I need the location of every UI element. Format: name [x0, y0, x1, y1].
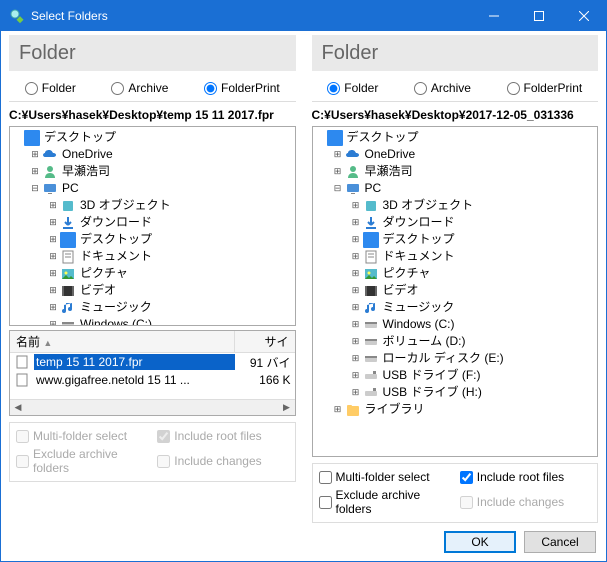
maximize-button[interactable] [516, 1, 561, 31]
tree-item: ⊞ビデオ [351, 282, 596, 299]
opt-multi-folder: Multi-folder select [16, 429, 147, 443]
tree-item: ⊞ピクチャ [48, 265, 293, 282]
opt-include-changes: Include changes [460, 488, 591, 516]
minimize-button[interactable] [471, 1, 516, 31]
tree-item: ⊞Windows (C:) [351, 316, 596, 333]
opt-exclude-archive[interactable]: Exclude archive folders [319, 488, 450, 516]
list-header[interactable]: 名前 ▲ サイ [10, 331, 295, 353]
tree-item: ⊞デスクトップ [48, 231, 293, 248]
tree-item: ⊟PC [333, 180, 596, 197]
list-item[interactable]: www.gigafree.netold 15 11 ... 166 K [10, 371, 295, 389]
tree-item: ⊞3D オブジェクト [351, 197, 596, 214]
left-file-list[interactable]: 名前 ▲ サイ temp 15 11 2017.fpr 91 バイ www.gi… [9, 330, 296, 416]
tree-item: ⊞Windows (C:) [48, 316, 293, 326]
ok-button[interactable]: OK [444, 531, 516, 553]
opt-multi-folder[interactable]: Multi-folder select [319, 470, 450, 484]
right-pane: Folder Folder Archive FolderPrint C:¥Use… [304, 31, 607, 561]
tree-item: ⊞ドキュメント [351, 248, 596, 265]
tree-item: ⊞USB ドライブ (F:) [351, 367, 596, 384]
left-path: C:¥Users¥hasek¥Desktop¥temp 15 11 2017.f… [9, 106, 296, 126]
tree-item: ⊞ピクチャ [351, 265, 596, 282]
app-icon [9, 8, 25, 24]
left-radio-folderprint[interactable]: FolderPrint [204, 81, 280, 95]
tree-item: ⊞ミュージック [351, 299, 596, 316]
opt-exclude-archive: Exclude archive folders [16, 447, 147, 475]
tree-item: ⊞3D オブジェクト [48, 197, 293, 214]
tree-item: ⊞ローカル ディスク (E:) [351, 350, 596, 367]
right-radio-row: Folder Archive FolderPrint [312, 77, 599, 102]
horizontal-scrollbar[interactable]: ◀▶ [10, 399, 295, 415]
tree-item: ⊞早瀬浩司 [333, 163, 596, 180]
tree-item: ⊞OneDrive [30, 146, 293, 163]
left-header: Folder [9, 35, 296, 71]
tree-item: ⊞ドキュメント [48, 248, 293, 265]
right-radio-folderprint[interactable]: FolderPrint [507, 81, 583, 95]
tree-item: ⊞ミュージック [48, 299, 293, 316]
right-radio-archive[interactable]: Archive [414, 81, 471, 95]
opt-include-root: Include root files [157, 429, 288, 443]
tree-item: ⊞デスクトップ [351, 231, 596, 248]
left-radio-archive[interactable]: Archive [111, 81, 168, 95]
tree-item: ⊞ビデオ [48, 282, 293, 299]
window-title: Select Folders [31, 9, 471, 23]
tree-item: ⊞ダウンロード [351, 214, 596, 231]
close-button[interactable] [561, 1, 606, 31]
tree-item: ⊞USB ドライブ (H:) [351, 384, 596, 401]
tree-item: ⊞OneDrive [333, 146, 596, 163]
opt-include-changes: Include changes [157, 447, 288, 475]
titlebar: Select Folders [1, 1, 606, 31]
right-tree[interactable]: デスクトップ ⊞OneDrive ⊞早瀬浩司 ⊟PC ⊞3D オブジェクト ⊞ダ… [312, 126, 599, 457]
tree-item: ⊞ボリューム (D:) [351, 333, 596, 350]
right-path: C:¥Users¥hasek¥Desktop¥2017-12-05_031336 [312, 106, 599, 126]
list-item[interactable]: temp 15 11 2017.fpr 91 バイ [10, 353, 295, 371]
dialog-buttons: OK Cancel [312, 531, 599, 553]
tree-item: ⊞ダウンロード [48, 214, 293, 231]
right-radio-folder[interactable]: Folder [327, 81, 378, 95]
cancel-button[interactable]: Cancel [524, 531, 596, 553]
opt-include-root[interactable]: Include root files [460, 470, 591, 484]
left-pane: Folder Folder Archive FolderPrint C:¥Use… [1, 31, 304, 561]
left-radio-row: Folder Archive FolderPrint [9, 77, 296, 102]
left-options: Multi-folder select Include root files E… [9, 422, 296, 482]
right-header: Folder [312, 35, 599, 71]
left-radio-folder[interactable]: Folder [25, 81, 76, 95]
tree-item: ⊞ライブラリ [333, 401, 596, 418]
right-options: Multi-folder select Include root files E… [312, 463, 599, 523]
left-tree[interactable]: デスクトップ ⊞OneDrive ⊞早瀬浩司 ⊟PC ⊞3D オブジェクト ⊞ダ… [9, 126, 296, 326]
tree-item: ⊟PC [30, 180, 293, 197]
tree-item: ⊞早瀬浩司 [30, 163, 293, 180]
